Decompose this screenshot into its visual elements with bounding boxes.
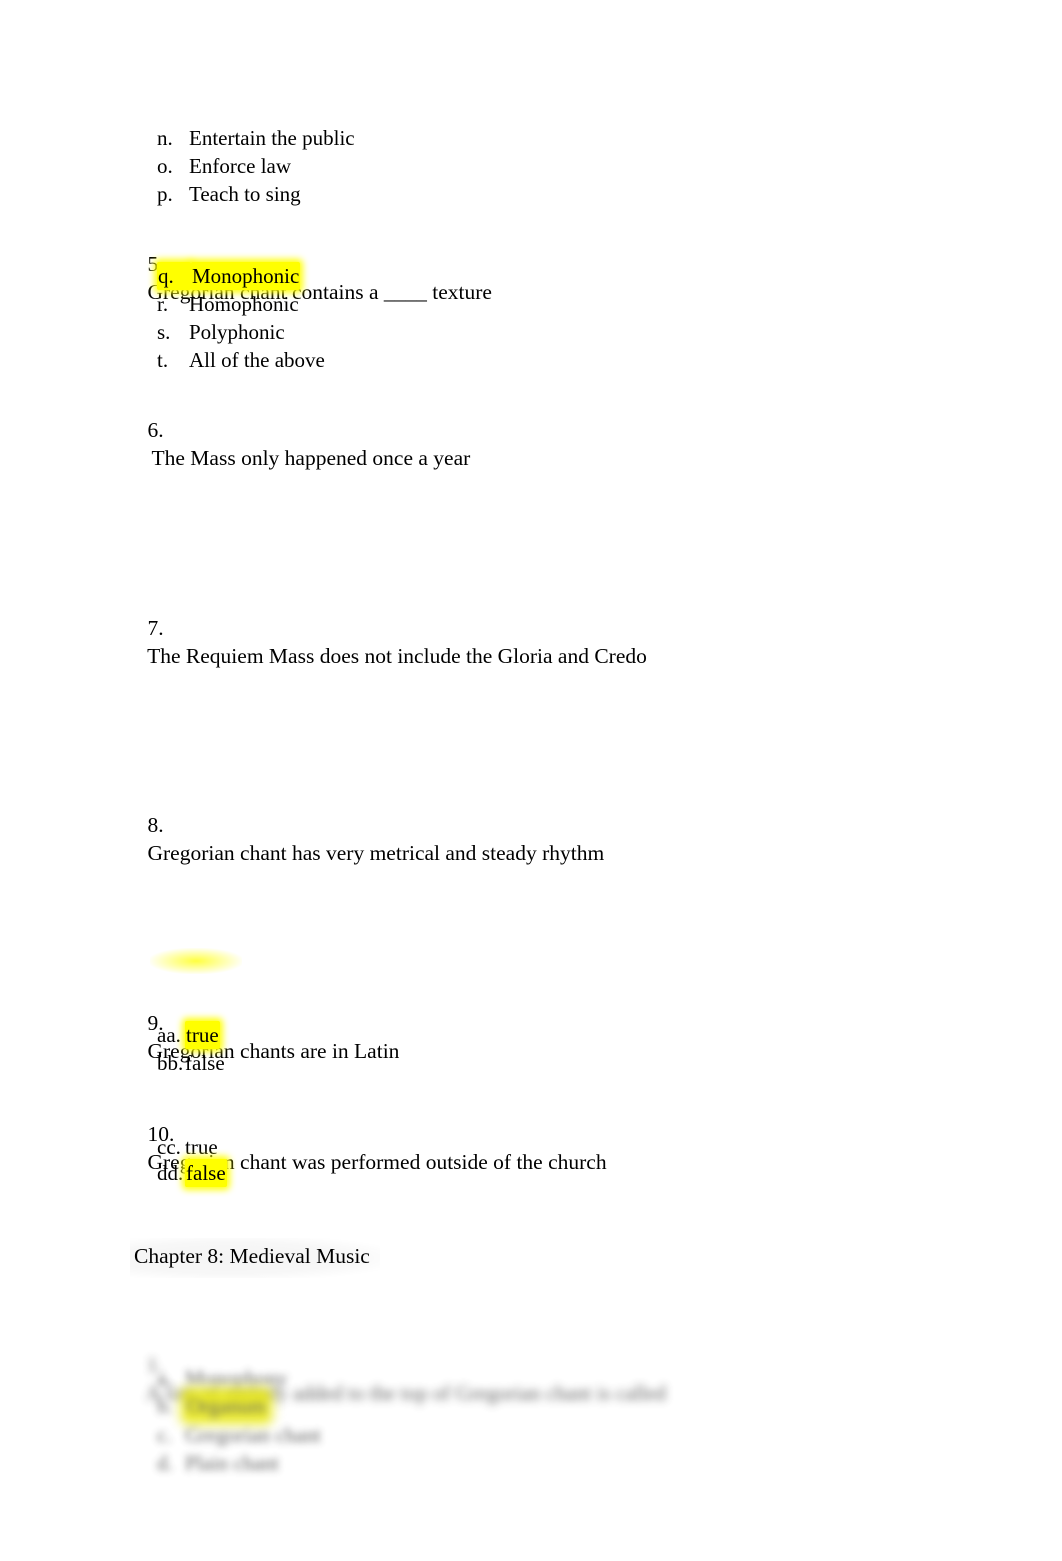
option-text: All of the above	[189, 348, 325, 372]
option-marker: b.	[157, 1394, 173, 1418]
option-marker: n.	[157, 126, 173, 150]
option-text: false	[185, 1051, 225, 1075]
option-marker: bb.	[157, 1051, 184, 1075]
highlight-smudge	[150, 948, 242, 974]
option-marker: r.	[157, 292, 169, 316]
question-text: Gregorian chant has very metrical and st…	[147, 841, 605, 865]
option-text: Organum	[185, 1392, 268, 1420]
option-marker: cc.	[157, 1135, 181, 1159]
question-text: The Mass only happened once a year	[151, 446, 471, 470]
option-marker: t.	[157, 348, 169, 372]
option-marker: dd.	[157, 1161, 184, 1185]
redacted-list-item: b. Organum	[157, 1392, 268, 1420]
question-6: 6. The Mass only happened once a year	[126, 388, 471, 500]
option-text: Enforce law	[189, 154, 292, 178]
option-marker: p.	[157, 182, 173, 206]
question-8: 8. Gregorian chant has very metrical and…	[126, 783, 605, 895]
option-text: Homophonic	[189, 292, 299, 316]
option-text: Polyphonic	[189, 320, 285, 344]
option-marker: d.	[157, 1451, 173, 1475]
list-item: cc. true	[157, 1133, 218, 1161]
list-item: n. Entertain the public	[157, 124, 355, 152]
option-marker: aa.	[157, 1023, 181, 1047]
option-marker: o.	[157, 154, 173, 178]
question-7: 7. The Requiem Mass does not include the…	[126, 586, 647, 698]
option-text: true	[185, 1135, 218, 1159]
chapter-heading: Chapter 8: Medieval Music	[130, 1238, 380, 1278]
option-text: Entertain the public	[189, 126, 355, 150]
list-item: dd. false	[157, 1159, 227, 1187]
list-item: t. All of the above	[157, 346, 325, 374]
question-number: 7.	[147, 616, 164, 640]
question-number: 8.	[147, 813, 164, 837]
question-text: The Requiem Mass does not include the Gl…	[147, 644, 647, 668]
redacted-list-item: d. Plain chant	[157, 1449, 279, 1477]
list-item: o. Enforce law	[157, 152, 291, 180]
list-item: aa. true	[157, 1021, 220, 1049]
option-marker: s.	[157, 320, 171, 344]
option-marker: c.	[157, 1423, 172, 1447]
option-text: true	[185, 1021, 220, 1049]
option-text: false	[185, 1159, 227, 1187]
redacted-list-item: c. Gregorian chant	[157, 1421, 321, 1449]
question-number: 6.	[147, 418, 164, 442]
option-text: Monophonic	[191, 262, 301, 290]
list-item: bb. false	[157, 1049, 225, 1077]
option-text: Monophony	[185, 1366, 288, 1390]
document-page: n. Entertain the public o. Enforce law p. T…	[0, 0, 1062, 1561]
option-marker: a.	[157, 1366, 172, 1390]
list-item: r. Homophonic	[157, 290, 299, 318]
option-text: Gregorian chant	[185, 1423, 321, 1447]
option-text: Plain chant	[185, 1451, 279, 1475]
list-item: p. Teach to sing	[157, 180, 301, 208]
option-marker: q.	[157, 262, 191, 290]
list-item: s. Polyphonic	[157, 318, 285, 346]
redacted-list-item: a. Monophony	[157, 1364, 288, 1392]
list-item: q. Monophonic	[157, 262, 301, 290]
option-text: Teach to sing	[189, 182, 301, 206]
